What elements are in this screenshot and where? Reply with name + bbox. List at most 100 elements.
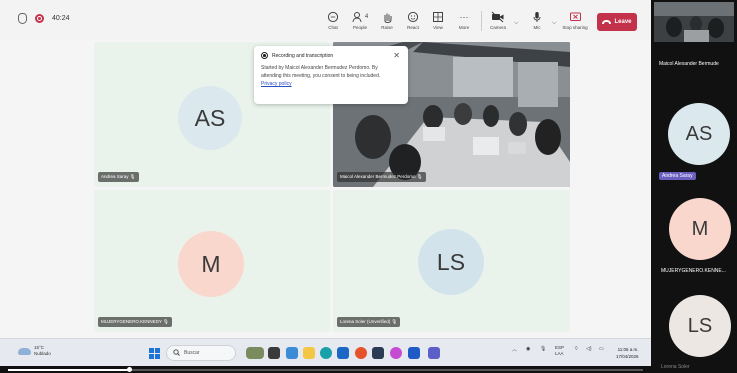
pinned-app-icon[interactable] — [246, 347, 264, 359]
leave-label: Leave — [614, 19, 632, 25]
participant-name-text: Lorena Soler (Unverified) — [340, 319, 391, 324]
sidebar-name-andrea: Andrea Saray — [659, 172, 696, 180]
leave-button[interactable]: Leave — [597, 13, 637, 31]
sidebar-video-preview[interactable] — [654, 2, 734, 42]
participant-tile-mujerygenero[interactable]: M MUJERYGENERO.KENNEDY 🎙 — [94, 190, 330, 332]
hang-up-icon — [602, 20, 612, 24]
widgets-icon[interactable] — [286, 347, 298, 359]
people-icon: 4 — [352, 10, 368, 23]
edge-browser-icon[interactable] — [320, 347, 332, 359]
stop-sharing-button[interactable]: Stop sharing — [560, 10, 590, 30]
people-label: People — [352, 25, 367, 30]
meeting-stage: 40:24 Chat 4 People Raise React View ···… — [0, 0, 651, 338]
volume-icon[interactable]: ◁) — [586, 346, 592, 352]
avatar-initials: AS — [685, 122, 713, 145]
participant-name: Lorena Soler (Unverified) 🎙 — [337, 317, 401, 327]
mic-off-icon: 🎙 — [391, 319, 398, 324]
avatar-initials: M — [201, 250, 221, 277]
grid-icon — [432, 10, 444, 23]
participant-name: Andrea Saray 🎙 — [98, 172, 139, 182]
tray-mic-icon[interactable]: 🎙 — [540, 346, 546, 352]
camera-button[interactable]: Camera — [483, 10, 513, 30]
progress-fill — [8, 369, 129, 371]
shield-icon — [18, 13, 27, 24]
meeting-timer: 40:24 — [52, 15, 70, 22]
privacy-policy-link[interactable]: Privacy policy — [261, 81, 292, 87]
avatar: LS — [418, 229, 484, 295]
smiley-icon — [407, 10, 419, 23]
outlook-icon[interactable] — [408, 347, 420, 359]
mic-button[interactable]: Mic — [522, 10, 552, 30]
windows-taskbar: 15°C Nublado Buscar ︿ ◉ 🎙 ESP LAA ⌔ ◁) ▭… — [0, 338, 651, 366]
more-label: More — [458, 25, 470, 30]
copilot-icon[interactable] — [390, 347, 402, 359]
system-clock[interactable]: 11:06 a.m. 17/04/2026 — [616, 346, 639, 360]
sidebar-avatar-mujerygenero[interactable]: M — [669, 198, 731, 260]
mic-options-chevron-icon[interactable]: ⌵ — [552, 20, 557, 27]
sidebar-name-lorena: Lorena Soler — [661, 364, 690, 370]
clock-time: 11:06 a.m. — [617, 347, 639, 352]
language-indicator[interactable]: ESP LAA — [555, 345, 564, 357]
task-view-icon[interactable] — [268, 347, 280, 359]
people-button[interactable]: 4 People — [345, 10, 375, 30]
notification-body: Started by Maicol Alexander Bermudez Per… — [261, 64, 391, 88]
toolbar-divider — [481, 11, 482, 31]
avatar: AS — [178, 86, 242, 150]
notification-title: Recording and transcription — [272, 52, 334, 59]
people-count: 4 — [364, 13, 369, 20]
chrome-icon[interactable] — [355, 347, 367, 359]
camera-icon — [491, 10, 505, 23]
avatar-initials: LS — [687, 314, 713, 337]
tray-chevron-icon[interactable]: ︿ — [512, 346, 517, 353]
mic-icon: 🎙 — [416, 174, 423, 179]
microphone-icon — [531, 10, 543, 23]
video-progress-bar[interactable] — [0, 366, 651, 373]
stop-sharing-label: Stop sharing — [562, 25, 588, 30]
mic-icon: 🎙 — [129, 174, 136, 179]
windows-start-icon[interactable] — [149, 348, 160, 359]
camera-label: Camera — [489, 25, 506, 30]
weather-desc: Nublado — [34, 351, 51, 356]
more-icon: ··· — [459, 11, 469, 22]
mic-label: Mic — [533, 25, 541, 30]
store-icon[interactable] — [337, 347, 349, 359]
sidebar-name-mujerygenero: MUJERYGENERO.KENNE... — [661, 268, 726, 274]
camera-options-chevron-icon[interactable]: ⌵ — [514, 20, 519, 27]
sidebar-title: Maicol Alexander Bermude — [659, 61, 719, 67]
screen: 40:24 Chat 4 People Raise React View ···… — [0, 0, 737, 373]
weather-widget[interactable]: 15°C Nublado — [18, 345, 51, 357]
chat-label: Chat — [328, 25, 338, 30]
hand-icon — [381, 10, 393, 23]
more-button[interactable]: ··· More — [449, 10, 479, 31]
progress-knob[interactable] — [127, 367, 132, 372]
teams-icon[interactable] — [428, 347, 440, 359]
avatar-initials: AS — [194, 104, 226, 131]
clock-date: 17/04/2026 — [616, 354, 639, 359]
app-icon[interactable] — [372, 347, 384, 359]
file-explorer-icon[interactable] — [303, 347, 315, 359]
avatar-initials: LS — [436, 248, 466, 275]
recording-icon — [261, 52, 268, 59]
battery-icon[interactable]: ▭ — [599, 346, 604, 352]
close-icon[interactable]: ✕ — [393, 51, 400, 60]
participant-name-text: MUJERYGENERO.KENNEDY — [101, 319, 162, 324]
search-placeholder: Buscar — [184, 350, 200, 356]
recording-notification: Recording and transcription ✕ Started by… — [254, 46, 408, 104]
search-icon — [173, 348, 180, 358]
sidebar-avatar-lorena[interactable]: LS — [669, 295, 731, 357]
chat-button[interactable]: Chat — [318, 10, 348, 30]
participant-sidebar: Maicol Alexander Bermude AS Andrea Saray… — [651, 0, 737, 373]
wifi-icon[interactable]: ⌔ — [574, 346, 579, 352]
tray-app-icon[interactable]: ◉ — [526, 346, 530, 352]
taskbar-search[interactable]: Buscar — [166, 345, 236, 361]
participant-name: Maicol Alexander Bermudez Perdomo 🎙 — [337, 172, 426, 182]
react-label: React — [407, 25, 419, 30]
participant-name-text: Andrea Saray — [101, 174, 129, 179]
participant-name-text: Maicol Alexander Bermudez Perdomo — [340, 174, 416, 179]
recording-icon — [35, 14, 44, 23]
view-label: View — [433, 25, 443, 30]
stop-share-icon — [569, 10, 582, 23]
participant-tile-lorena[interactable]: LS Lorena Soler (Unverified) 🎙 — [333, 190, 570, 332]
sidebar-avatar-andrea[interactable]: AS — [668, 103, 730, 165]
meeting-status: 40:24 — [18, 13, 70, 24]
